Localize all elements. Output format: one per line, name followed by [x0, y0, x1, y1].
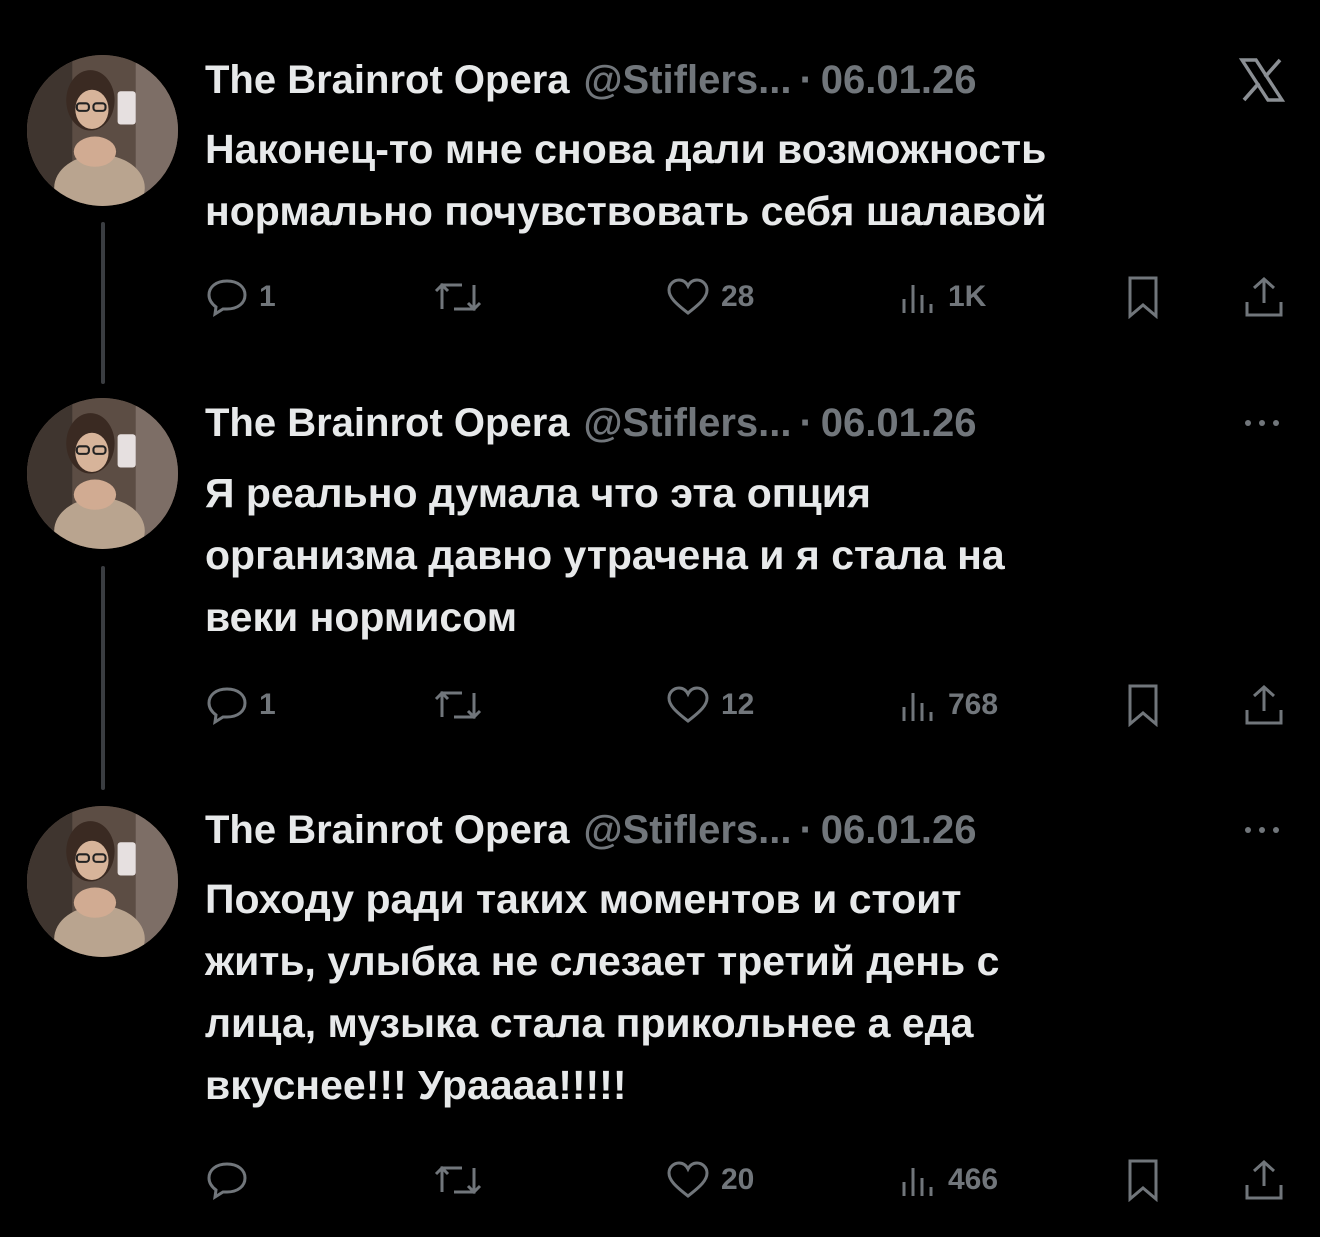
- avatar[interactable]: [27, 806, 178, 957]
- retweet-button[interactable]: [432, 275, 494, 319]
- retweet-button[interactable]: [432, 683, 494, 727]
- bookmark-icon: [1128, 684, 1158, 727]
- bookmark-icon: [1128, 276, 1158, 319]
- avatar-image: [27, 806, 178, 957]
- reply-count: 1: [259, 688, 276, 721]
- tweet-date[interactable]: 06.01.26: [821, 398, 977, 448]
- views-button[interactable]: 466: [898, 1158, 998, 1202]
- avatar-image: [27, 398, 178, 549]
- heart-icon: [667, 278, 709, 315]
- views-button[interactable]: 768: [898, 683, 998, 727]
- tweet-text: Наконец-то мне снова дали возможность но…: [205, 126, 1047, 234]
- views-button[interactable]: 1K: [898, 275, 986, 319]
- retweet-icon: [434, 282, 482, 312]
- separator-dot: ·: [799, 808, 813, 852]
- like-count: 28: [721, 280, 755, 313]
- tweet-date[interactable]: 06.01.26: [821, 55, 977, 105]
- x-logo-icon: [1235, 55, 1289, 105]
- retweet-button[interactable]: [432, 1158, 494, 1202]
- author-handle[interactable]: @Stiflers...: [584, 805, 792, 855]
- share-icon: [1245, 1159, 1283, 1200]
- like-button[interactable]: 20: [665, 1158, 754, 1202]
- more-icon[interactable]: [1235, 398, 1289, 448]
- retweet-icon: [434, 690, 482, 720]
- share-icon: [1245, 684, 1283, 725]
- share-button[interactable]: [1243, 275, 1285, 319]
- views-count: 1K: [948, 280, 987, 313]
- tweet-header: The Brainrot Opera @Stiflers... · 06.01.…: [205, 805, 977, 855]
- author-handle[interactable]: @Stiflers...: [584, 398, 792, 448]
- like-count: 12: [721, 688, 755, 721]
- views-chart-icon: [902, 693, 933, 721]
- views-chart-icon: [902, 285, 933, 313]
- share-icon: [1245, 276, 1283, 317]
- reply-button[interactable]: 1: [205, 275, 276, 319]
- tweet-actions: 1 12 768: [0, 683, 1320, 727]
- bookmark-button[interactable]: [1126, 683, 1160, 727]
- reply-button[interactable]: [205, 1158, 259, 1202]
- reply-icon: [207, 1162, 247, 1200]
- heart-icon: [667, 686, 709, 723]
- views-chart-icon: [902, 1168, 933, 1196]
- tweet-actions: 1 28 1K: [0, 275, 1320, 319]
- reply-button[interactable]: 1: [205, 683, 276, 727]
- heart-icon: [667, 1161, 709, 1198]
- reply-count: 1: [259, 280, 276, 313]
- tweet-date[interactable]: 06.01.26: [821, 805, 977, 855]
- avatar-image: [27, 55, 178, 206]
- tweet-header: The Brainrot Opera @Stiflers... · 06.01.…: [205, 398, 977, 448]
- tweet-text: Я реально думала что эта опция организма…: [205, 470, 1005, 640]
- tweet-thread: The Brainrot Opera @Stiflers... · 06.01.…: [0, 0, 1320, 1237]
- tweet-actions: 20 466: [0, 1158, 1320, 1202]
- retweet-icon: [434, 1165, 482, 1195]
- reply-icon: [207, 279, 247, 317]
- separator-dot: ·: [799, 58, 813, 102]
- like-button[interactable]: 28: [665, 275, 754, 319]
- bookmark-button[interactable]: [1126, 1158, 1160, 1202]
- views-count: 466: [948, 1163, 999, 1196]
- more-icon[interactable]: [1235, 805, 1289, 855]
- author-name[interactable]: The Brainrot Opera: [205, 398, 570, 448]
- author-name[interactable]: The Brainrot Opera: [205, 805, 570, 855]
- tweet-header: The Brainrot Opera @Stiflers... · 06.01.…: [205, 55, 977, 105]
- like-button[interactable]: 12: [665, 683, 754, 727]
- like-count: 20: [721, 1163, 755, 1196]
- views-count: 768: [948, 688, 999, 721]
- author-handle[interactable]: @Stiflers...: [584, 55, 792, 105]
- bookmark-button[interactable]: [1126, 275, 1160, 319]
- thread-connector-line: [101, 566, 105, 790]
- tweet-text: Походу ради таких моментов и стоит жить,…: [205, 876, 1000, 1108]
- avatar[interactable]: [27, 55, 178, 206]
- share-button[interactable]: [1243, 1158, 1285, 1202]
- reply-icon: [207, 687, 247, 725]
- share-button[interactable]: [1243, 683, 1285, 727]
- separator-dot: ·: [799, 401, 813, 445]
- author-name[interactable]: The Brainrot Opera: [205, 55, 570, 105]
- avatar[interactable]: [27, 398, 178, 549]
- bookmark-icon: [1128, 1159, 1158, 1202]
